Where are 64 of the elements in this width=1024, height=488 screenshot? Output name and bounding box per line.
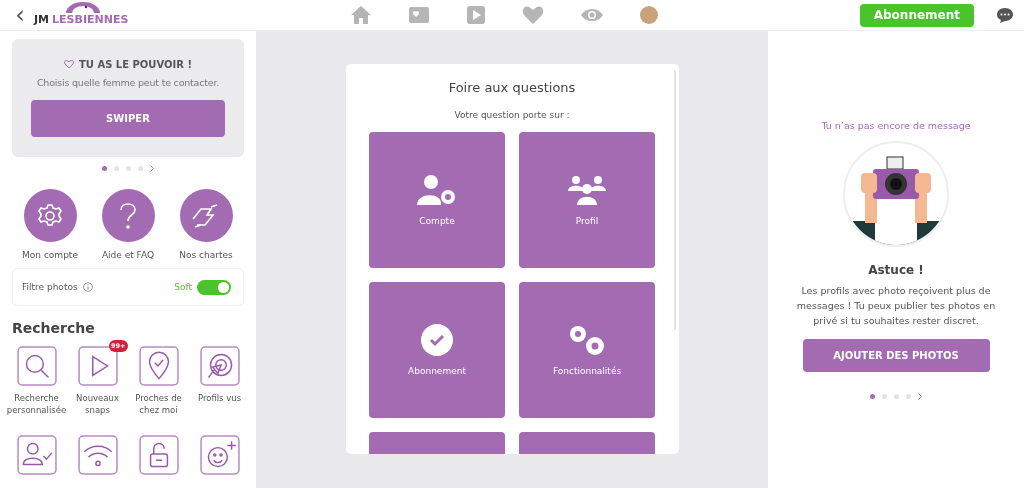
play-icon[interactable] (466, 5, 486, 25)
pin-icon[interactable] (138, 346, 179, 386)
tip-title: Astuce ! (868, 263, 924, 277)
search-item-label: Proches de chez moi (134, 392, 183, 417)
search-icon[interactable] (16, 346, 57, 386)
shortcut-button[interactable] (23, 189, 77, 242)
lock-icon[interactable] (138, 434, 179, 475)
faq-tile[interactable]: Fonctionnalités (519, 282, 655, 418)
shortcut-label: Nos chartes (179, 250, 233, 260)
filter-label: Filtre photos (22, 282, 78, 292)
search-item-label: Nouveaux snaps (75, 392, 120, 417)
carousel-dot[interactable] (870, 394, 875, 400)
users-icon (567, 174, 607, 206)
heart-icon[interactable] (522, 5, 544, 25)
back-button[interactable]: ‹ (6, 3, 34, 27)
filter-value: Soft (174, 282, 192, 292)
user-check-icon[interactable] (16, 434, 57, 475)
cards-icon[interactable] (408, 5, 430, 25)
search-item-label: Profils vus (197, 392, 242, 405)
tip-text: Les profils avec photo reçoivent plus de messages ! Tu peux publier tes photos en privé si tu souhaites rester discret. (795, 284, 997, 329)
shortcut-label: Mon compte (22, 250, 78, 260)
info-icon[interactable] (82, 282, 93, 292)
logo-arc-icon (64, 0, 102, 13)
question-icon (119, 201, 137, 230)
subscribe-button[interactable]: Abonnement (859, 3, 974, 27)
faq-tile[interactable]: Abonnement (369, 282, 505, 418)
carousel-dot[interactable] (906, 394, 911, 400)
eye-icon[interactable] (580, 7, 604, 23)
add-photos-button[interactable]: AJOUTER DES PHOTOS (802, 338, 990, 372)
faq-tile[interactable]: Profil (519, 132, 655, 268)
check-circle-icon (421, 324, 453, 356)
faq-title: Foire aux questions (448, 80, 576, 95)
logo-text: LESBIENNES (52, 12, 129, 26)
section-title: Recherche (12, 320, 96, 336)
search-item-label: Recherche personnalisée (6, 392, 67, 417)
promo-title: TU AS LE POUVOIR ! (79, 59, 192, 70)
shortcut-button[interactable] (101, 189, 155, 242)
home-icon[interactable] (350, 5, 372, 25)
carousel-dot[interactable] (882, 394, 887, 400)
smiley-icon[interactable] (199, 434, 240, 475)
gear-icon (37, 202, 63, 229)
faq-subtitle: Votre question porte sur : (454, 110, 570, 120)
cursor-icon[interactable] (199, 346, 240, 386)
wifi-icon[interactable] (77, 434, 118, 475)
filter-toggle[interactable] (197, 279, 231, 295)
faq-tile[interactable]: Compte (369, 132, 505, 268)
shortcut-button[interactable] (179, 189, 233, 242)
carousel-dot[interactable] (138, 165, 143, 171)
chat-icon[interactable] (996, 6, 1014, 24)
shortcut-label: Aide et FAQ (101, 250, 155, 260)
play-icon[interactable] (77, 346, 118, 386)
chevron-icon[interactable] (150, 164, 154, 172)
chevron-icon[interactable] (918, 393, 922, 401)
empty-message: Tu n’as pas encore de message (821, 120, 971, 131)
carousel-dot[interactable] (894, 394, 899, 400)
promo-text: Choisis quelle femme peut te contacter. (35, 77, 221, 88)
carousel-dot[interactable] (114, 165, 119, 171)
carousel-dot[interactable] (102, 165, 107, 171)
user-gear-icon (417, 174, 457, 206)
avatar[interactable] (640, 6, 658, 24)
swiper-button[interactable]: SWIPER (31, 100, 225, 137)
heart-icon (64, 60, 74, 69)
logo-text: JM (34, 12, 50, 26)
carousel-dot[interactable] (126, 165, 131, 171)
